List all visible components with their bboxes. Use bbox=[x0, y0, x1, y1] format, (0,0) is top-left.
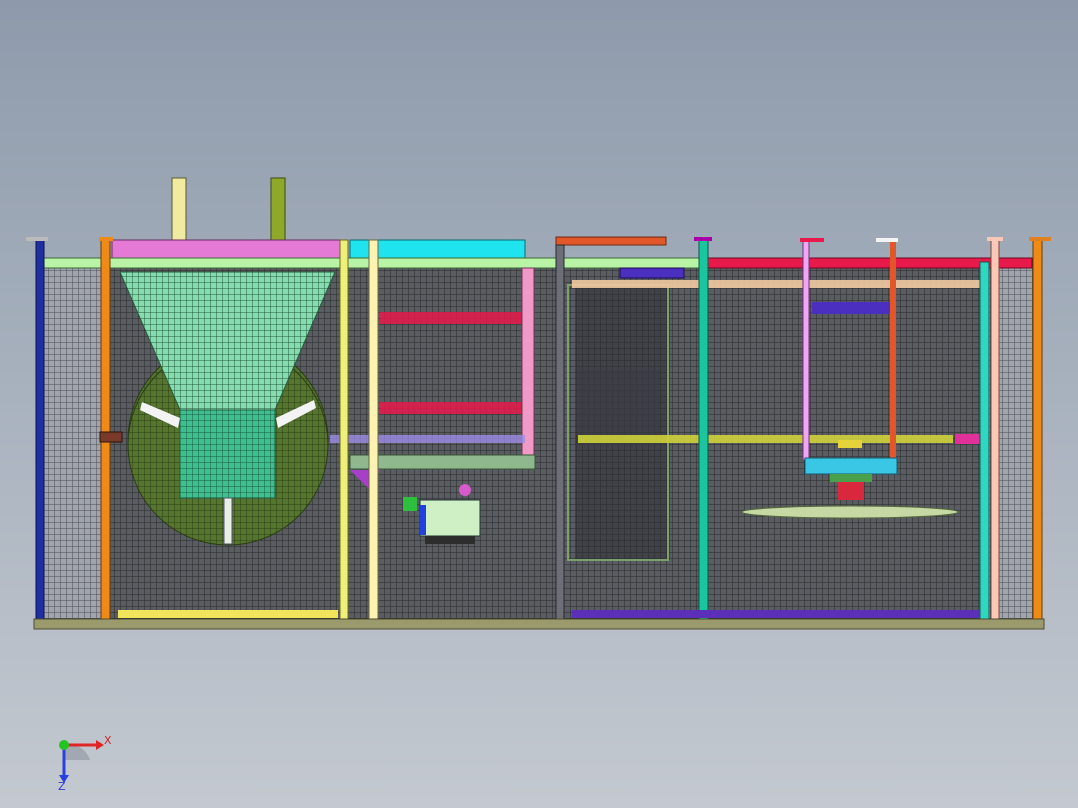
pump-fitting bbox=[459, 484, 471, 496]
red-beam-lower bbox=[380, 402, 522, 414]
hopper-neck bbox=[179, 409, 276, 499]
center-panel bbox=[578, 370, 660, 445]
yellow-knob bbox=[838, 440, 862, 448]
vent-pipe-right bbox=[270, 177, 286, 241]
purple-header bbox=[619, 267, 685, 279]
cap-left bbox=[26, 237, 48, 241]
post-cream bbox=[368, 239, 379, 621]
pump-base bbox=[425, 536, 475, 544]
cap-center bbox=[694, 237, 712, 241]
cap-right bbox=[1029, 237, 1051, 241]
pink-post bbox=[521, 267, 535, 459]
bottom-rail-yellow bbox=[118, 610, 338, 618]
y-axis-dot bbox=[59, 740, 69, 750]
cad-viewport[interactable]: X Z bbox=[0, 0, 1078, 808]
bottom-rail-purple bbox=[572, 610, 980, 618]
lavender-rod-right bbox=[802, 239, 810, 461]
yellow-beam bbox=[578, 435, 953, 443]
cap-white bbox=[876, 238, 898, 242]
post-yellow-left bbox=[339, 239, 349, 621]
cap-salmon bbox=[987, 237, 1003, 241]
post-teal-center bbox=[698, 239, 709, 621]
left-nozzle bbox=[99, 431, 123, 443]
post-orange-right bbox=[1032, 239, 1043, 621]
post-salmon-right bbox=[990, 239, 1000, 621]
red-drum bbox=[838, 482, 864, 500]
beige-beam bbox=[572, 280, 980, 288]
post-teal-right bbox=[979, 261, 990, 621]
post-blue-left bbox=[35, 239, 45, 621]
green-ring bbox=[830, 474, 872, 482]
tank-section-drawing: X Z bbox=[26, 177, 1051, 793]
cap-orange-left bbox=[99, 237, 113, 241]
hopper-drain bbox=[223, 497, 233, 545]
vent-pipe-left bbox=[171, 177, 187, 241]
pump-block bbox=[419, 499, 481, 537]
post-orange-left bbox=[100, 239, 111, 621]
coordinate-triad: X Z bbox=[58, 734, 112, 793]
cap-red bbox=[800, 238, 824, 242]
valve-green bbox=[403, 497, 417, 511]
left-chamber-mesh bbox=[40, 262, 108, 620]
purple-block bbox=[812, 302, 892, 314]
diffuser-plate bbox=[741, 505, 959, 519]
base-rail bbox=[33, 618, 1045, 630]
lavender-shelf bbox=[330, 435, 525, 443]
cyan-box bbox=[804, 457, 898, 475]
x-axis-label: X bbox=[104, 734, 112, 747]
orange-lid bbox=[555, 236, 667, 246]
orange-rod-right bbox=[890, 240, 896, 460]
post-gray-center bbox=[555, 244, 565, 621]
x-arrowhead bbox=[96, 740, 104, 750]
valve-blue bbox=[420, 505, 426, 535]
z-axis-label: Z bbox=[58, 780, 66, 793]
red-beam-upper bbox=[380, 312, 522, 324]
magenta-lid bbox=[111, 239, 345, 261]
